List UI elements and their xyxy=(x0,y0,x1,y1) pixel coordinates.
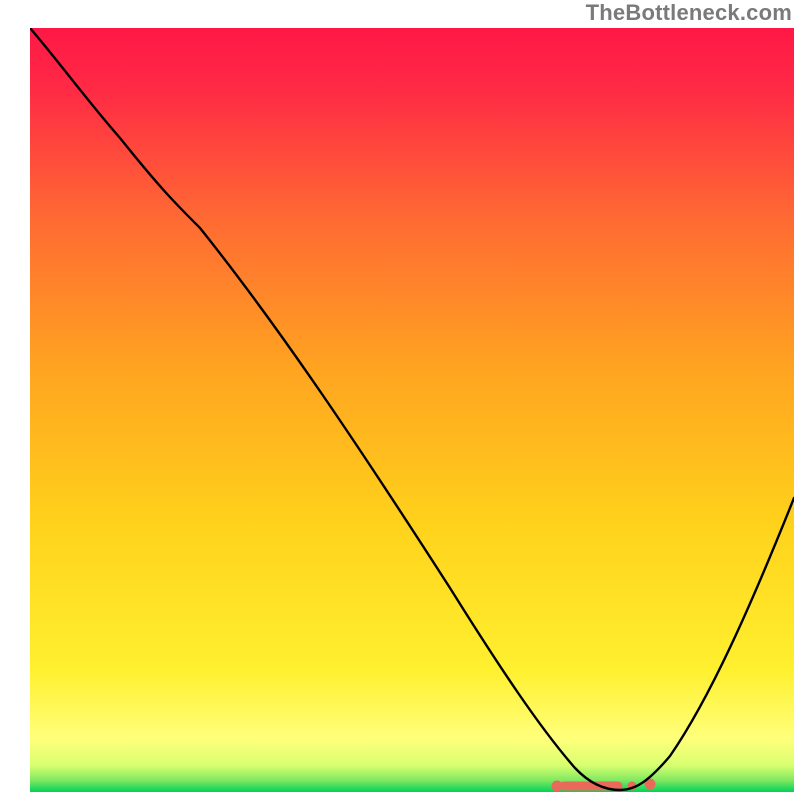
watermark-text: TheBottleneck.com xyxy=(586,0,792,26)
chart-stage: TheBottleneck.com xyxy=(0,0,800,800)
gradient-background xyxy=(30,28,794,792)
bottleneck-chart xyxy=(30,28,794,792)
